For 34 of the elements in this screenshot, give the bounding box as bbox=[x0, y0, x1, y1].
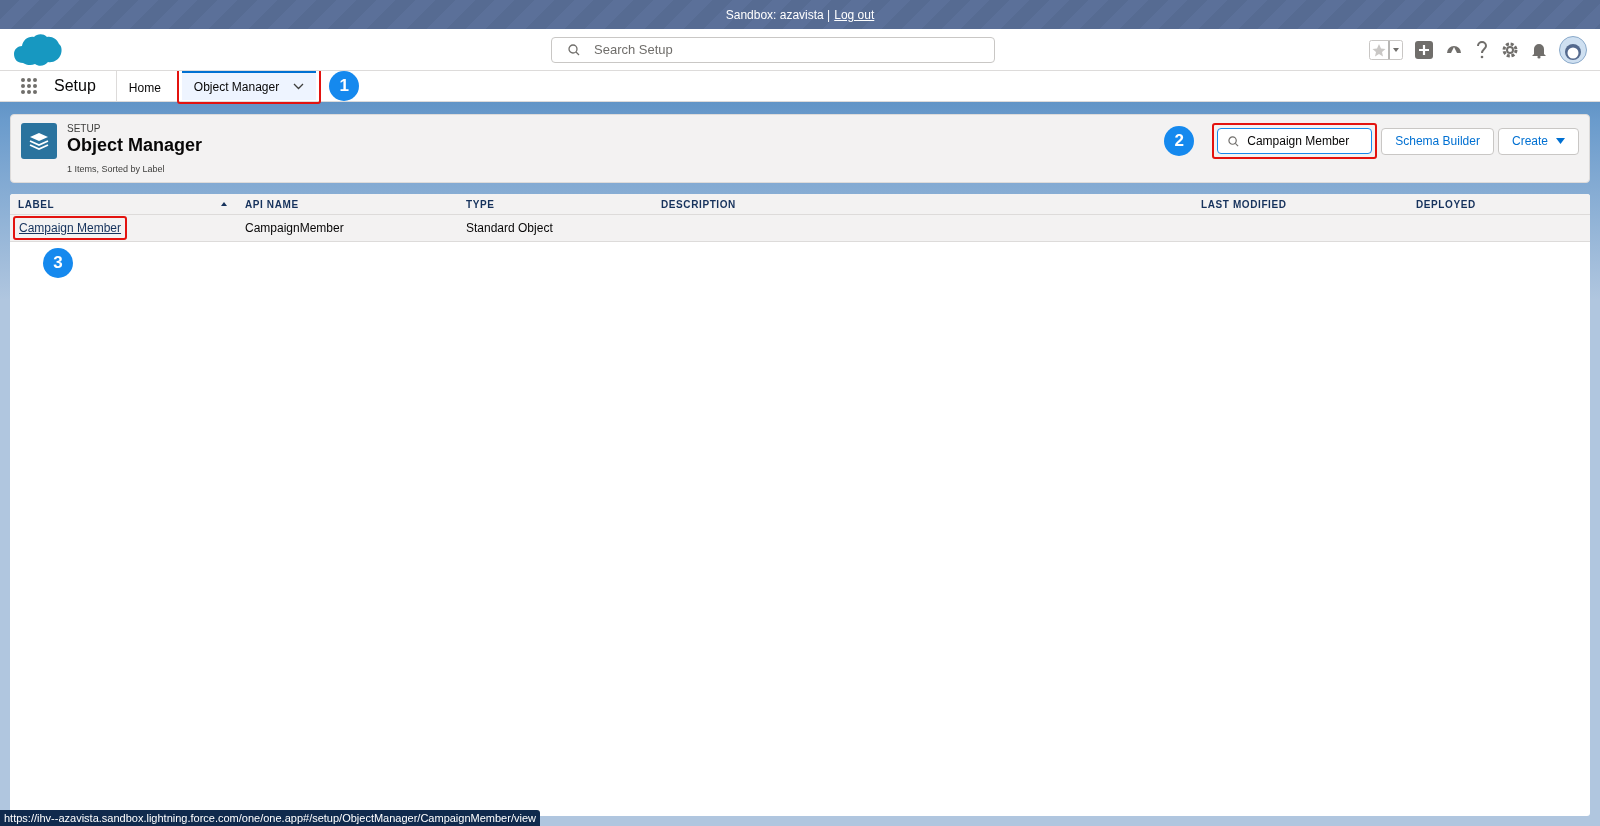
items-count: 1 Items, Sorted by Label bbox=[67, 164, 166, 174]
quick-find-field[interactable]: Campaign Member bbox=[1217, 128, 1373, 154]
column-header[interactable]: DEPLOYED bbox=[1408, 198, 1590, 210]
column-header[interactable]: LABEL bbox=[10, 198, 237, 210]
column-header[interactable]: TYPE bbox=[458, 198, 653, 210]
caret-icon bbox=[1556, 138, 1565, 144]
column-header[interactable]: LAST MODIFIED bbox=[1193, 198, 1408, 210]
step-badge: 2 bbox=[1164, 126, 1195, 156]
help-icon[interactable] bbox=[1475, 40, 1489, 59]
layers-icon bbox=[21, 123, 57, 159]
schema-builder-button[interactable]: Schema Builder bbox=[1381, 127, 1494, 155]
column-header[interactable]: API NAME bbox=[237, 198, 458, 210]
app-name: Setup bbox=[38, 71, 117, 101]
plus-icon[interactable] bbox=[1415, 40, 1433, 59]
table-cell-text: CampaignMember bbox=[244, 221, 345, 235]
avatar-icon[interactable] bbox=[1559, 35, 1587, 64]
object-link[interactable]: Campaign Member bbox=[15, 218, 126, 238]
table-cell-text: Standard Object bbox=[465, 221, 554, 235]
search-field[interactable]: Search Setup bbox=[551, 36, 995, 63]
page-title: Object Manager bbox=[67, 135, 203, 156]
step-badge: 3 bbox=[43, 248, 73, 278]
app-launcher-icon[interactable] bbox=[20, 77, 38, 95]
nav-tab[interactable]: Object Manager bbox=[181, 70, 317, 100]
logout-link[interactable]: Log out bbox=[834, 7, 875, 22]
column-header[interactable]: DESCRIPTION bbox=[653, 198, 1193, 210]
search-icon bbox=[568, 43, 580, 56]
sandbox-label: Sandbox: azavista | bbox=[725, 7, 831, 22]
settings-icon[interactable] bbox=[1501, 40, 1519, 59]
create-menu-button[interactable]: Create bbox=[1497, 127, 1579, 155]
status-url: https://ihv--azavista.sandbox.lightning.force.com/one/one.app#/setup/ObjectManager/CampaignMember/view bbox=[0, 810, 540, 826]
search-icon bbox=[1228, 135, 1240, 147]
step-badge: 1 bbox=[329, 71, 360, 101]
breadcrumb-label: SETUP bbox=[67, 123, 102, 134]
cloud-logo bbox=[13, 32, 62, 67]
